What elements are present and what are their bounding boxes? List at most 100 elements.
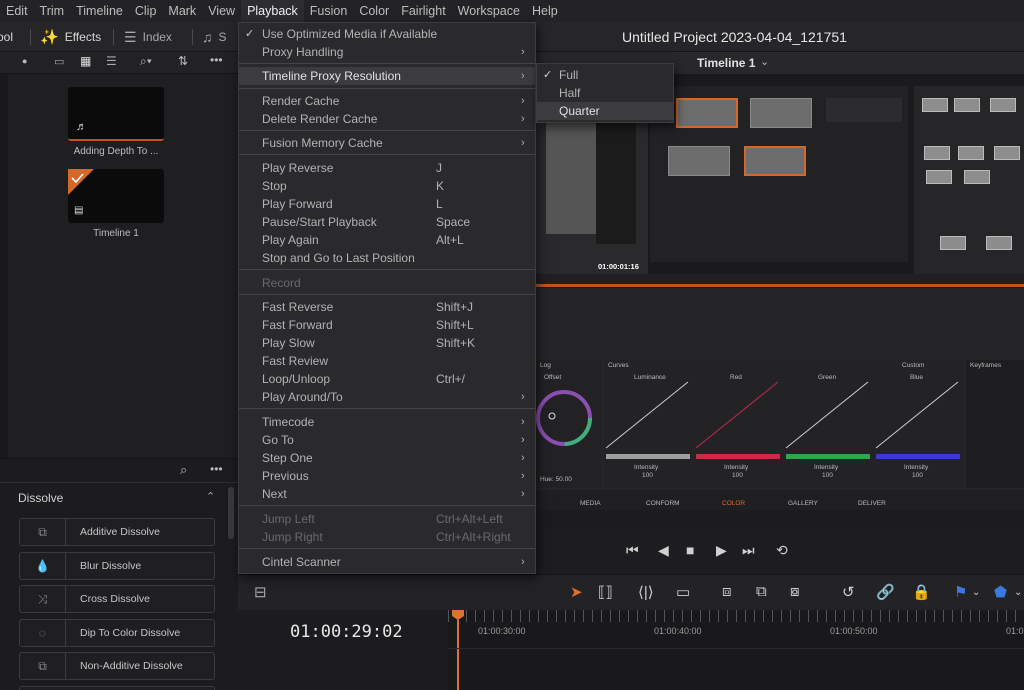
gallery-still[interactable] — [744, 146, 806, 176]
page-tab-media[interactable]: MEDIA — [580, 500, 601, 507]
color-node[interactable] — [940, 236, 966, 250]
menu-item-loop-unloop[interactable]: Loop/Unloop Ctrl+/ — [239, 370, 535, 388]
page-tab-conform[interactable]: CONFORM — [646, 500, 680, 507]
sort-icon[interactable]: ⇅ — [178, 54, 188, 68]
gallery-still[interactable] — [668, 146, 730, 176]
menu-trim[interactable]: Trim — [34, 0, 71, 22]
media-pool-button[interactable]: Pool — [0, 22, 13, 52]
menu-item-stop[interactable]: Stop K — [239, 177, 535, 195]
menu-fairlight[interactable]: Fairlight — [395, 0, 451, 22]
menu-item-play-around-to[interactable]: Play Around/To › — [239, 388, 535, 406]
menu-item-go-to[interactable]: Go To › — [239, 431, 535, 449]
menu-item-fast-reverse[interactable]: Fast Reverse Shift+J — [239, 298, 535, 316]
effect-item-cross-dissolve[interactable]: ⤨ Cross Dissolve — [19, 585, 215, 613]
page-tab-deliver[interactable]: DELIVER — [858, 500, 886, 507]
link-icon[interactable]: 🔗 — [876, 583, 895, 601]
search-icon[interactable]: ⌕▾ — [140, 54, 152, 69]
gallery-search-box[interactable] — [826, 98, 902, 122]
search-icon[interactable]: ⌕ — [180, 462, 187, 478]
color-node[interactable] — [926, 170, 952, 184]
menu-item-pause-start-playback[interactable]: Pause/Start Playback Space — [239, 213, 535, 231]
snapping-icon[interactable]: ↺ — [842, 583, 855, 601]
menu-item-step-one[interactable]: Step One › — [239, 449, 535, 467]
color-node[interactable] — [954, 98, 980, 112]
menu-mark[interactable]: Mark — [162, 0, 202, 22]
play-icon[interactable]: ▶ — [716, 542, 727, 559]
stop-icon[interactable]: ■ — [686, 542, 694, 558]
chevron-down-icon[interactable]: ⌄ — [1014, 587, 1022, 598]
lock-icon[interactable]: 🔒 — [912, 583, 931, 601]
menu-item-play-again[interactable]: Play Again Alt+L — [239, 231, 535, 249]
menu-item-play-forward[interactable]: Play Forward L — [239, 195, 535, 213]
effect-item-partial[interactable] — [19, 686, 215, 690]
dynamic-trim-icon[interactable]: ⟨|⟩ — [638, 583, 654, 601]
selection-arrow-icon[interactable]: ➤ — [570, 583, 583, 601]
blade-tool-icon[interactable]: ▭ — [676, 583, 690, 601]
thumbnail-view-icon[interactable]: ▦ — [80, 54, 91, 68]
submenu-item-quarter[interactable]: Quarter — [537, 102, 673, 120]
index-button[interactable]: ☰ Index — [124, 22, 172, 52]
color-wheel-icon[interactable] — [532, 386, 596, 450]
menu-item-previous[interactable]: Previous › — [239, 467, 535, 485]
menu-item-timecode[interactable]: Timecode › — [239, 413, 535, 431]
effect-item-dip-to-color[interactable]: ◌ Dip To Color Dissolve — [19, 619, 215, 647]
menu-item-proxy-handling[interactable]: Proxy Handling › — [239, 43, 535, 61]
media-clip-thumbnail[interactable]: ♬ — [68, 87, 164, 141]
loop-icon[interactable]: ⟲ — [776, 542, 788, 559]
trim-tool-icon[interactable]: ⟦⟧ — [598, 583, 613, 601]
menu-item-play-reverse[interactable]: Play Reverse J — [239, 159, 535, 177]
timeline-selector[interactable]: Timeline 1 — [697, 56, 755, 70]
menu-item-cintel-scanner[interactable]: Cintel Scanner › — [239, 553, 535, 571]
menu-item-stop-and-go-to-last-position[interactable]: Stop and Go to Last Position — [239, 249, 535, 267]
timeline-clip-thumbnail[interactable]: ▤ — [68, 169, 164, 223]
scrollbar[interactable] — [228, 487, 234, 539]
effect-item-additive-dissolve[interactable]: ⧉ Additive Dissolve — [19, 518, 215, 546]
gallery-still[interactable] — [750, 98, 812, 128]
chevron-down-icon[interactable]: ⌄ — [972, 587, 980, 598]
color-node[interactable] — [986, 236, 1012, 250]
submenu-item-full[interactable]: ✓ Full — [537, 66, 673, 84]
more-options-icon[interactable]: ••• — [210, 53, 223, 67]
go-to-start-icon[interactable]: ⏮ — [626, 542, 639, 559]
effect-item-non-additive-dissolve[interactable]: ⧉ Non-Additive Dissolve — [19, 652, 215, 680]
color-node[interactable] — [964, 170, 990, 184]
effects-button[interactable]: ✨ Effects — [40, 22, 101, 52]
menu-view[interactable]: View — [202, 0, 241, 22]
color-node[interactable] — [990, 98, 1016, 112]
list-view-icon[interactable]: ☰ — [106, 54, 117, 68]
go-to-end-icon[interactable]: ⏭ — [742, 542, 755, 559]
replace-clip-icon[interactable]: ⧇ — [790, 583, 800, 600]
menu-item-use-optimized-media[interactable]: ✓ Use Optimized Media if Available — [239, 25, 535, 43]
flag-icon[interactable]: ⚑ — [954, 583, 967, 601]
sound-library-button[interactable]: ♫ S — [202, 22, 227, 52]
menu-edit[interactable]: Edit — [0, 0, 34, 22]
color-node[interactable] — [958, 146, 984, 160]
collapse-chevron-icon[interactable]: ⌃ — [206, 490, 215, 503]
menu-item-render-cache[interactable]: Render Cache › — [239, 92, 535, 110]
intensity-bar-luma[interactable] — [606, 454, 690, 459]
menu-item-timeline-proxy-resolution[interactable]: Timeline Proxy Resolution › — [239, 67, 535, 85]
menu-item-fast-review[interactable]: Fast Review — [239, 352, 535, 370]
color-node[interactable] — [924, 146, 950, 160]
menu-item-play-slow[interactable]: Play Slow Shift+K — [239, 334, 535, 352]
marker-icon[interactable]: ⬟ — [994, 583, 1007, 601]
menu-playback[interactable]: Playback — [241, 0, 304, 22]
gallery-still[interactable] — [676, 98, 738, 128]
menu-fusion[interactable]: Fusion — [304, 0, 354, 22]
page-tab-color[interactable]: COLOR — [722, 500, 745, 507]
menu-clip[interactable]: Clip — [129, 0, 163, 22]
menu-item-delete-render-cache[interactable]: Delete Render Cache › — [239, 110, 535, 128]
color-node[interactable] — [994, 146, 1020, 160]
play-reverse-icon[interactable]: ◀ — [658, 542, 669, 559]
submenu-item-half[interactable]: Half — [537, 84, 673, 102]
menu-workspace[interactable]: Workspace — [452, 0, 526, 22]
intensity-bar-green[interactable] — [786, 454, 870, 459]
menu-item-next[interactable]: Next › — [239, 485, 535, 503]
intensity-bar-red[interactable] — [696, 454, 780, 459]
timeline-timecode[interactable]: 01:00:29:02 — [290, 622, 403, 642]
menu-help[interactable]: Help — [526, 0, 564, 22]
menu-item-fast-forward[interactable]: Fast Forward Shift+L — [239, 316, 535, 334]
menu-color[interactable]: Color — [353, 0, 395, 22]
menu-timeline[interactable]: Timeline — [70, 0, 129, 22]
menu-item-fusion-memory-cache[interactable]: Fusion Memory Cache › — [239, 134, 535, 152]
